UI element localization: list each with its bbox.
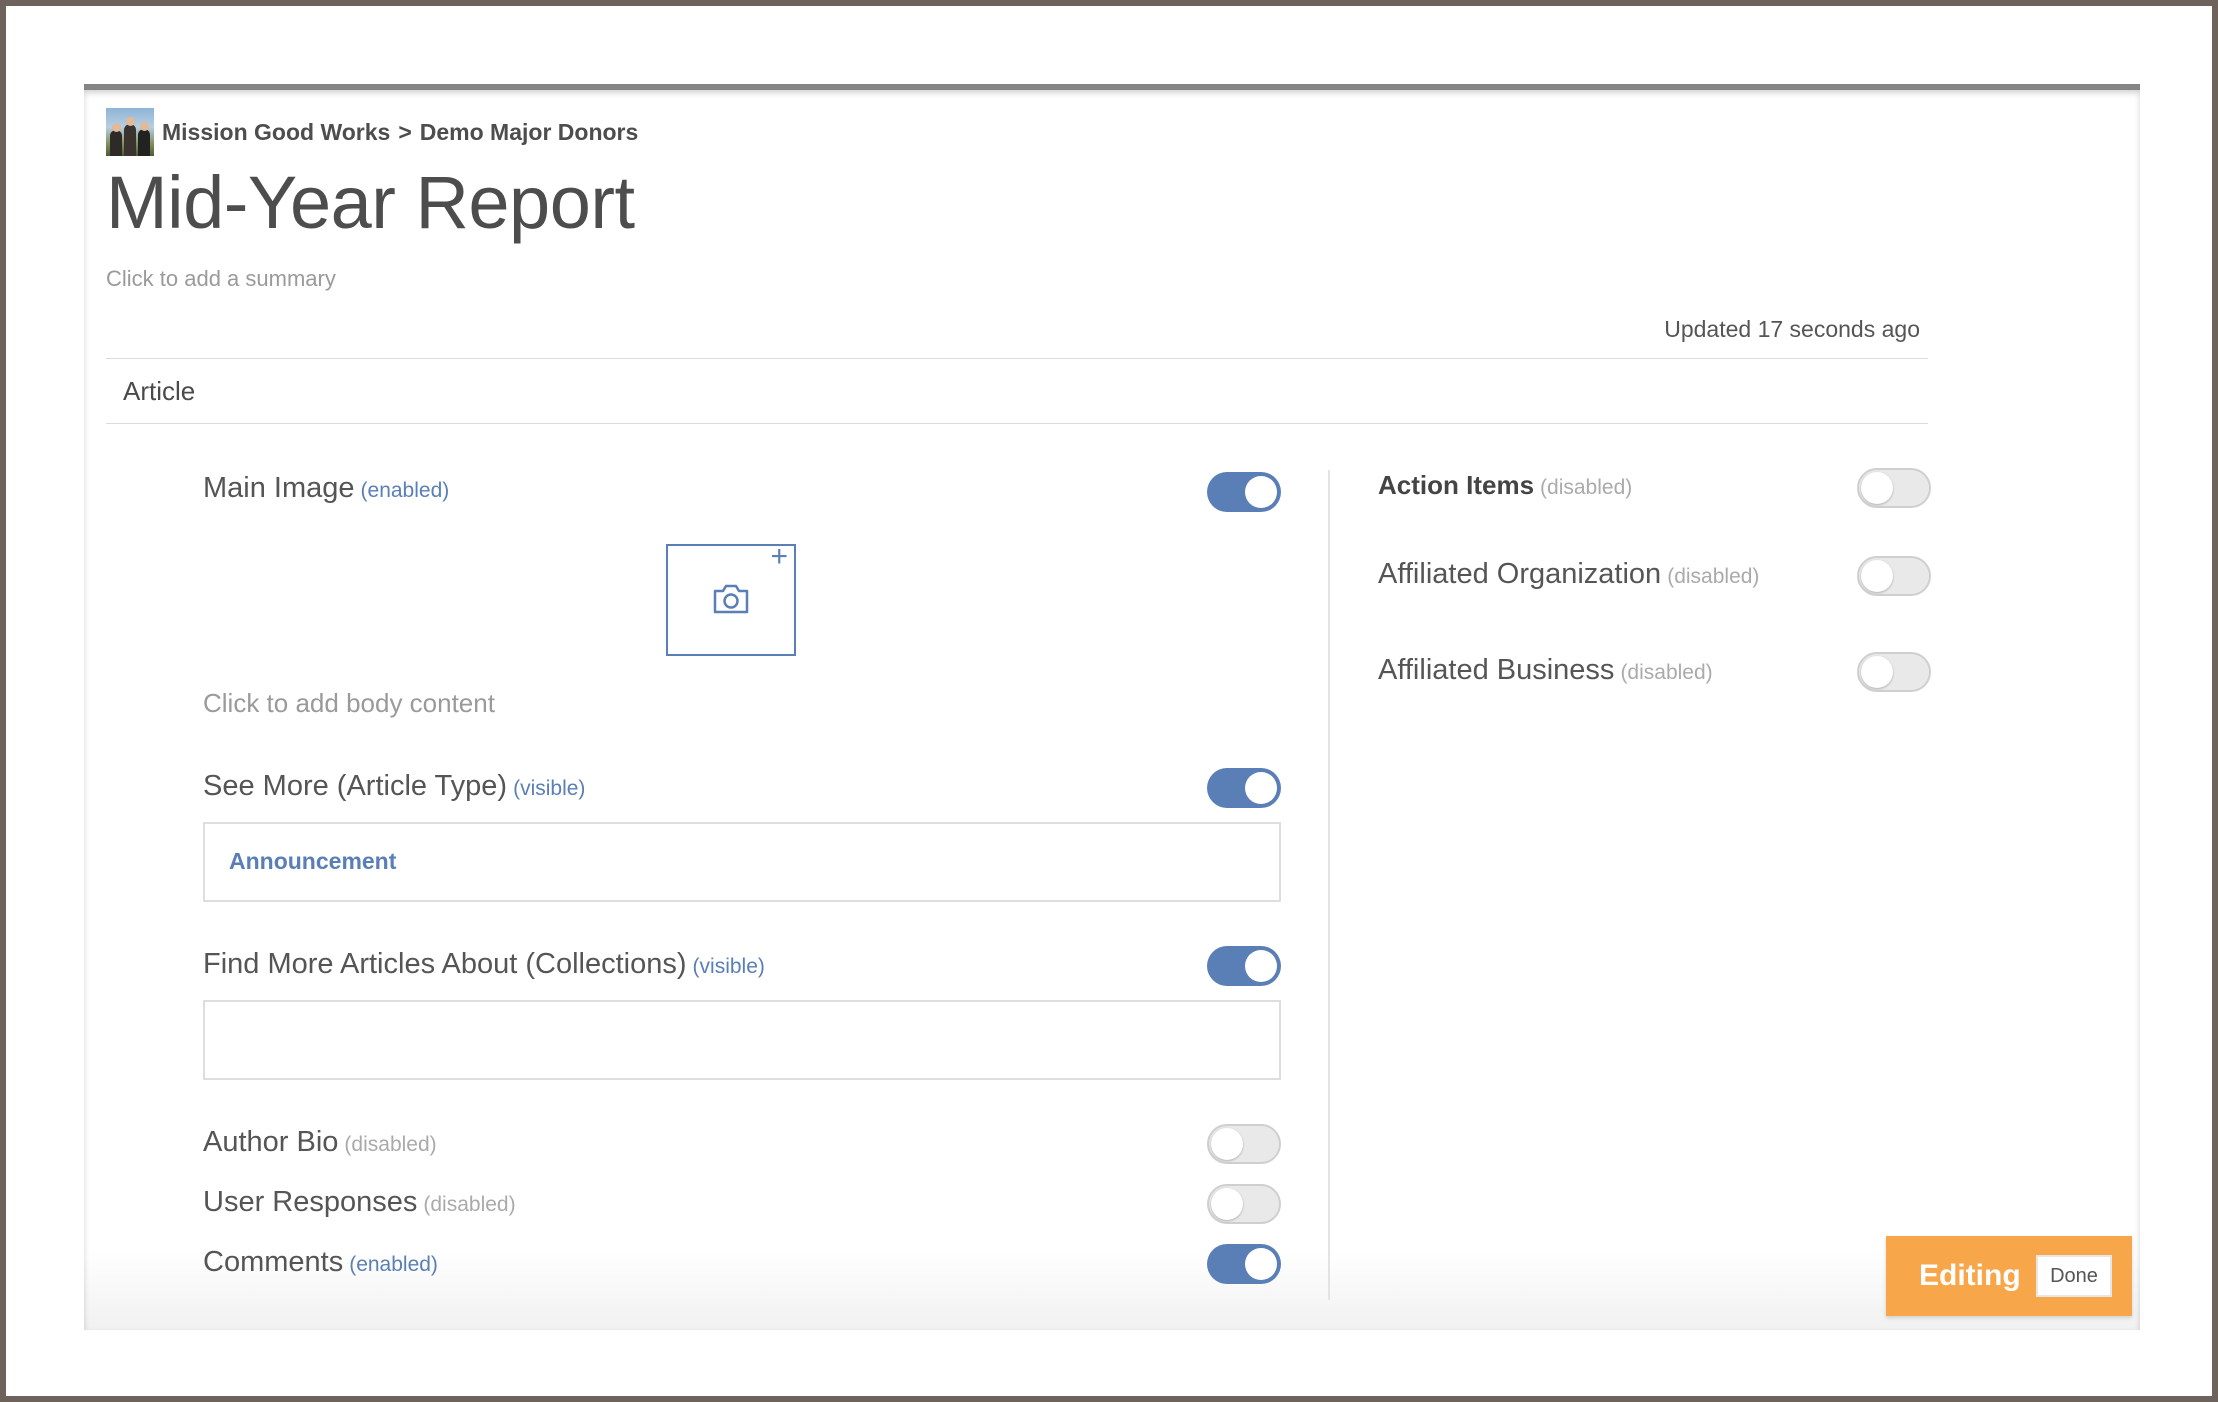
article-type-field[interactable]: Announcement [203,822,1281,902]
find-more-toggle[interactable] [1207,946,1281,986]
author-bio-label: Author Bio (disabled) [203,1126,437,1158]
find-more-state: (visible) [692,955,765,978]
editing-label: Editing [1919,1259,2021,1292]
editing-badge: Editing Done [1886,1236,2132,1316]
article-editor-panel: Mission Good Works > Demo Major Donors M… [84,84,2140,1330]
author-bio-state: (disabled) [344,1133,437,1156]
affiliated-business-label: Affiliated Business (disabled) [1378,654,1713,686]
organization-avatar[interactable] [106,108,154,156]
summary-placeholder[interactable]: Click to add a summary [106,266,336,292]
breadcrumb-separator: > [398,118,412,145]
see-more-toggle[interactable] [1207,768,1281,808]
affiliated-business-state: (disabled) [1620,661,1713,684]
affiliated-organization-label: Affiliated Organization (disabled) [1378,558,1760,590]
tab-article[interactable]: Article [123,376,195,407]
body-content-placeholder[interactable]: Click to add body content [203,688,495,719]
comments-label: Comments (enabled) [203,1246,438,1278]
page-title[interactable]: Mid-Year Report [106,160,635,245]
see-more-label: See More (Article Type) (visible) [203,770,586,802]
collections-field[interactable] [203,1000,1281,1080]
comments-state: (enabled) [349,1253,438,1276]
camera-icon [713,584,749,614]
main-image-label: Main Image (enabled) [203,472,450,504]
main-image-state: (enabled) [360,479,450,502]
breadcrumb-organization[interactable]: Mission Good Works [162,119,390,146]
window-frame: Mission Good Works > Demo Major Donors M… [6,6,2212,1396]
action-items-toggle[interactable] [1857,468,1931,508]
see-more-state: (visible) [513,777,586,800]
affiliated-business-toggle[interactable] [1857,652,1931,692]
affiliated-organization-toggle[interactable] [1857,556,1931,596]
column-divider [1328,470,1330,1300]
user-responses-state: (disabled) [423,1193,516,1216]
action-items-state: (disabled) [1540,476,1633,499]
add-image-button[interactable]: + [666,540,796,656]
article-tab-bar: Article [106,358,1928,424]
updated-timestamp: Updated 17 seconds ago [1664,316,1920,342]
comments-toggle[interactable] [1207,1244,1281,1284]
breadcrumb: Mission Good Works > Demo Major Donors [106,108,638,156]
find-more-label: Find More Articles About (Collections) (v… [203,948,765,980]
user-responses-label: User Responses (disabled) [203,1186,516,1218]
done-button[interactable]: Done [2036,1255,2112,1297]
affiliated-organization-state: (disabled) [1667,565,1760,588]
breadcrumb-section[interactable]: Demo Major Donors [420,119,639,146]
plus-icon: + [770,540,788,573]
article-type-value[interactable]: Announcement [229,848,396,875]
action-items-label: Action Items (disabled) [1378,470,1633,500]
user-responses-toggle[interactable] [1207,1184,1281,1224]
main-image-toggle[interactable] [1207,472,1281,512]
author-bio-toggle[interactable] [1207,1124,1281,1164]
